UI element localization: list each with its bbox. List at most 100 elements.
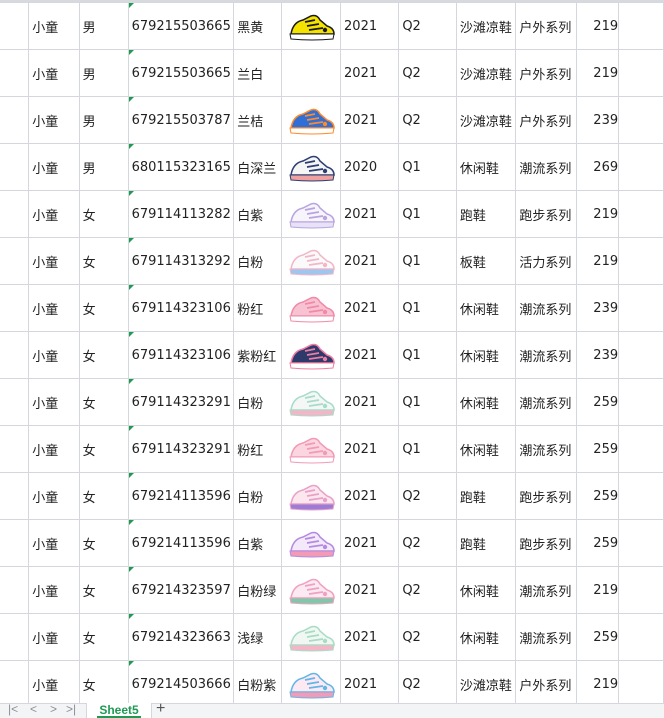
spreadsheet-grid[interactable]: 鞋小童男679215503665黑黄2021Q2沙滩凉鞋户外系列219鞋小童男6… <box>0 2 664 703</box>
quarter-cell[interactable]: Q2 <box>398 472 457 520</box>
series-cell[interactable]: 潮流系列 <box>515 143 577 191</box>
color-cell[interactable]: 白深兰 <box>233 143 282 191</box>
price-cell[interactable]: 239 <box>575 284 620 332</box>
color-cell[interactable]: 白粉紫 <box>233 660 282 703</box>
product-image-cell[interactable] <box>280 613 342 661</box>
color-cell[interactable]: 兰桔 <box>233 96 282 144</box>
quarter-cell[interactable]: Q1 <box>398 143 457 191</box>
shoe-type-cell[interactable]: 休闲鞋 <box>455 143 517 191</box>
year-cell[interactable]: 2021 <box>340 566 400 614</box>
shoe-thumbnail-icon[interactable] <box>287 194 337 234</box>
product-image-cell[interactable] <box>280 472 342 520</box>
quarter-cell[interactable]: Q2 <box>398 2 457 50</box>
category-cell[interactable]: 鞋 <box>0 472 30 520</box>
quarter-cell[interactable]: Q2 <box>398 566 457 614</box>
price-cell[interactable]: 259 <box>575 425 620 473</box>
product-image-cell[interactable] <box>280 284 342 332</box>
style-code-cell[interactable]: 680115323165 <box>127 143 235 191</box>
price-cell[interactable]: 259 <box>575 378 620 426</box>
year-cell[interactable]: 2020 <box>340 143 400 191</box>
quarter-cell[interactable]: Q2 <box>398 660 457 703</box>
gender-cell[interactable]: 男 <box>78 2 129 50</box>
price-cell[interactable]: 239 <box>575 331 620 379</box>
product-image-cell[interactable] <box>280 96 342 144</box>
category-cell[interactable]: 鞋 <box>0 425 30 473</box>
category-cell[interactable]: 鞋 <box>0 284 30 332</box>
empty-cell[interactable] <box>618 49 664 97</box>
series-cell[interactable]: 户外系列 <box>515 49 577 97</box>
empty-cell[interactable] <box>618 237 664 285</box>
shoe-thumbnail-icon[interactable] <box>287 476 337 516</box>
age-group-cell[interactable]: 小童 <box>28 378 80 426</box>
style-code-cell[interactable]: 679114323291 <box>127 378 235 426</box>
color-cell[interactable]: 紫粉红 <box>233 331 282 379</box>
category-cell[interactable]: 鞋 <box>0 96 30 144</box>
product-image-cell[interactable] <box>280 143 342 191</box>
year-cell[interactable]: 2021 <box>340 519 400 567</box>
age-group-cell[interactable]: 小童 <box>28 331 80 379</box>
shoe-type-cell[interactable]: 板鞋 <box>455 237 517 285</box>
series-cell[interactable]: 潮流系列 <box>515 378 577 426</box>
shoe-type-cell[interactable]: 休闲鞋 <box>455 425 517 473</box>
color-cell[interactable]: 白粉 <box>233 237 282 285</box>
product-image-cell[interactable] <box>280 378 342 426</box>
style-code-cell[interactable]: 679114323106 <box>127 284 235 332</box>
category-cell[interactable]: 鞋 <box>0 49 30 97</box>
color-cell[interactable]: 白粉 <box>233 472 282 520</box>
quarter-cell[interactable]: Q1 <box>398 378 457 426</box>
product-image-cell[interactable] <box>280 190 342 238</box>
year-cell[interactable]: 2021 <box>340 190 400 238</box>
empty-cell[interactable] <box>618 378 664 426</box>
gender-cell[interactable]: 女 <box>78 190 129 238</box>
shoe-type-cell[interactable]: 沙滩凉鞋 <box>455 49 517 97</box>
style-code-cell[interactable]: 679215503665 <box>127 2 235 50</box>
style-code-cell[interactable]: 679114323291 <box>127 425 235 473</box>
age-group-cell[interactable]: 小童 <box>28 472 80 520</box>
empty-cell[interactable] <box>618 2 664 50</box>
age-group-cell[interactable]: 小童 <box>28 425 80 473</box>
price-cell[interactable]: 219 <box>575 190 620 238</box>
product-image-cell[interactable] <box>280 49 342 97</box>
empty-cell[interactable] <box>618 331 664 379</box>
shoe-thumbnail-icon[interactable] <box>287 664 337 703</box>
series-cell[interactable]: 潮流系列 <box>515 284 577 332</box>
series-cell[interactable]: 户外系列 <box>515 96 577 144</box>
shoe-thumbnail-icon[interactable] <box>287 288 337 328</box>
color-cell[interactable]: 粉红 <box>233 425 282 473</box>
shoe-type-cell[interactable]: 沙滩凉鞋 <box>455 660 517 703</box>
series-cell[interactable]: 跑步系列 <box>515 519 577 567</box>
gender-cell[interactable]: 女 <box>78 331 129 379</box>
shoe-type-cell[interactable]: 沙滩凉鞋 <box>455 96 517 144</box>
style-code-cell[interactable]: 679214323663 <box>127 613 235 661</box>
product-image-cell[interactable] <box>280 519 342 567</box>
shoe-thumbnail-icon[interactable] <box>287 617 337 657</box>
shoe-thumbnail-icon[interactable] <box>287 570 337 610</box>
product-image-cell[interactable] <box>280 425 342 473</box>
age-group-cell[interactable]: 小童 <box>28 237 80 285</box>
shoe-thumbnail-icon[interactable] <box>287 382 337 422</box>
empty-cell[interactable] <box>618 190 664 238</box>
age-group-cell[interactable]: 小童 <box>28 566 80 614</box>
quarter-cell[interactable]: Q1 <box>398 331 457 379</box>
shoe-type-cell[interactable]: 跑鞋 <box>455 472 517 520</box>
year-cell[interactable]: 2021 <box>340 49 400 97</box>
age-group-cell[interactable]: 小童 <box>28 2 80 50</box>
category-cell[interactable]: 鞋 <box>0 237 30 285</box>
gender-cell[interactable]: 女 <box>78 284 129 332</box>
quarter-cell[interactable]: Q2 <box>398 613 457 661</box>
quarter-cell[interactable]: Q1 <box>398 237 457 285</box>
shoe-thumbnail-icon[interactable] <box>287 147 337 187</box>
empty-cell[interactable] <box>618 143 664 191</box>
series-cell[interactable]: 潮流系列 <box>515 566 577 614</box>
shoe-thumbnail-icon[interactable] <box>287 100 337 140</box>
category-cell[interactable]: 鞋 <box>0 143 30 191</box>
year-cell[interactable]: 2021 <box>340 2 400 50</box>
year-cell[interactable]: 2021 <box>340 660 400 703</box>
year-cell[interactable]: 2021 <box>340 425 400 473</box>
shoe-type-cell[interactable]: 休闲鞋 <box>455 331 517 379</box>
age-group-cell[interactable]: 小童 <box>28 660 80 703</box>
last-sheet-button[interactable]: >| <box>66 702 76 716</box>
category-cell[interactable]: 鞋 <box>0 331 30 379</box>
category-cell[interactable]: 鞋 <box>0 660 30 703</box>
year-cell[interactable]: 2021 <box>340 378 400 426</box>
